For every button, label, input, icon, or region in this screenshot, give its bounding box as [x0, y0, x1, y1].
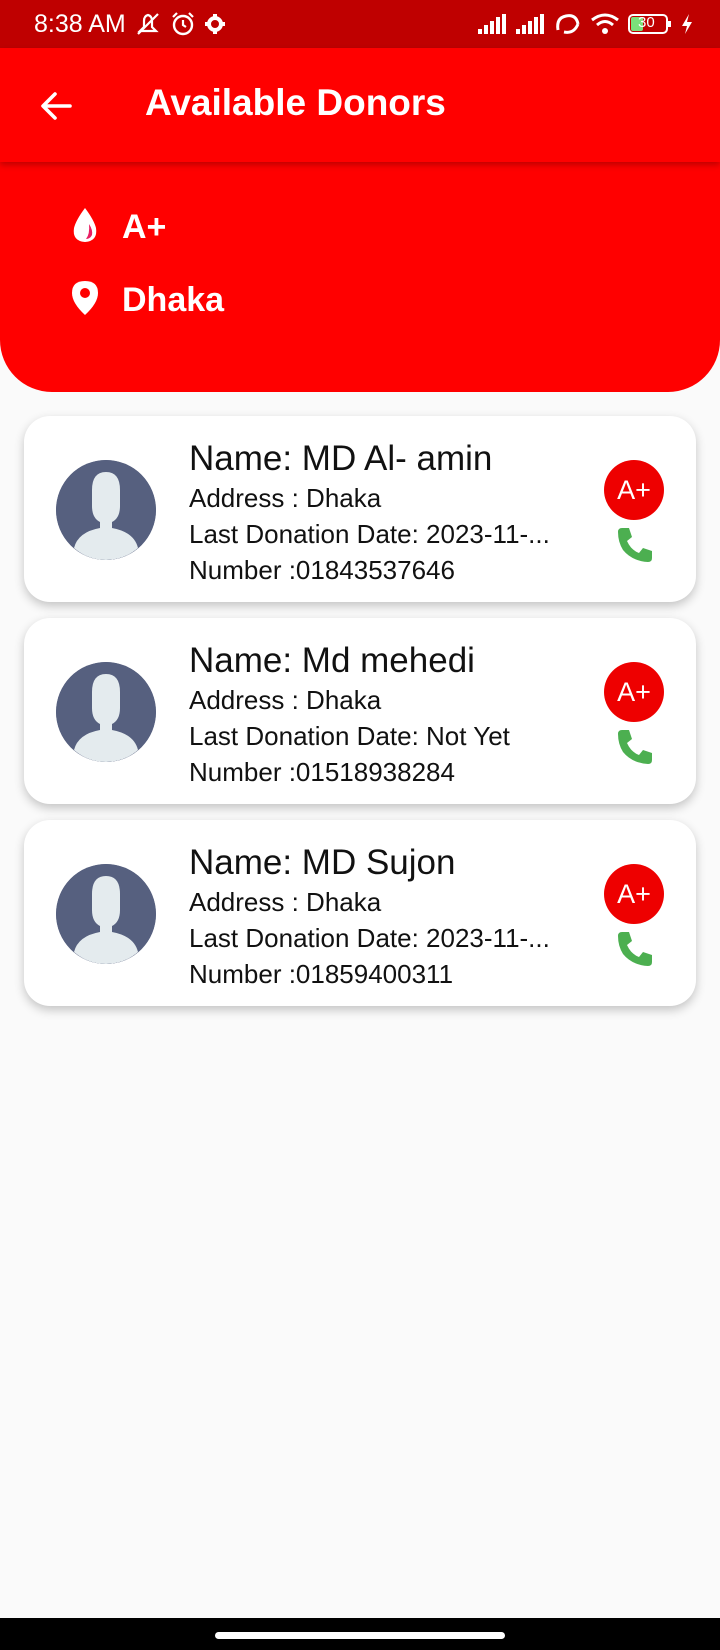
- page-title: Available Donors: [145, 82, 446, 123]
- phone-call-icon[interactable]: [614, 928, 656, 970]
- donor-number: Number :01518938284: [189, 757, 455, 787]
- donor-number: Number :01843537646: [189, 555, 455, 585]
- mute-icon: [134, 11, 162, 37]
- donor-last-donation: Last Donation Date: Not Yet: [189, 721, 510, 751]
- charging-icon: [680, 13, 694, 35]
- status-bar: 8:38 AM 30: [0, 0, 720, 48]
- signal-icon: [478, 14, 508, 34]
- location-pin-icon: [70, 279, 100, 322]
- location-value: Dhaka: [122, 281, 225, 319]
- donor-address: Address : Dhaka: [189, 685, 382, 715]
- avatar: [56, 662, 156, 762]
- alarm-icon: [170, 11, 196, 37]
- donor-address: Address : Dhaka: [189, 483, 382, 513]
- blood-drop-icon: [70, 206, 100, 249]
- donor-last-donation: Last Donation Date: 2023-11-...: [189, 519, 550, 549]
- donor-name: Name: Md mehedi: [189, 641, 475, 680]
- donor-number: Number :01859400311: [189, 959, 454, 989]
- search-filter-panel: A+ Dhaka: [0, 162, 720, 392]
- donor-name: Name: MD Sujon: [189, 843, 456, 882]
- donor-card[interactable]: Name: MD Sujon Address : Dhaka Last Dona…: [24, 820, 696, 1006]
- system-nav-bar: [0, 1618, 720, 1650]
- donor-card[interactable]: Name: MD Al- amin Address : Dhaka Last D…: [24, 416, 696, 602]
- avatar: [56, 864, 156, 964]
- donor-card[interactable]: Name: Md mehedi Address : Dhaka Last Don…: [24, 618, 696, 804]
- signal-icon: [516, 14, 546, 34]
- donor-info: Name: Md mehedi Address : Dhaka Last Don…: [189, 640, 599, 790]
- sync-icon: [554, 12, 582, 36]
- app-bar: Available Donors: [0, 48, 720, 162]
- blood-group-filter: A+: [70, 206, 166, 249]
- avatar: [56, 460, 156, 560]
- donor-address: Address : Dhaka: [189, 887, 382, 917]
- battery-icon: 30: [628, 13, 672, 35]
- blood-group-value: A+: [122, 208, 167, 246]
- battery-level: 30: [638, 14, 655, 31]
- donor-last-donation: Last Donation Date: 2023-11-...: [189, 923, 550, 953]
- status-time: 8:38 AM: [34, 9, 126, 38]
- phone-call-icon[interactable]: [614, 726, 656, 768]
- blood-group-badge: A+: [604, 662, 664, 722]
- arrow-back-icon[interactable]: [36, 86, 76, 126]
- gear-icon: [204, 13, 226, 35]
- wifi-icon: [590, 12, 620, 36]
- donor-info: Name: MD Al- amin Address : Dhaka Last D…: [189, 438, 599, 588]
- donor-name: Name: MD Al- amin: [189, 439, 493, 478]
- location-filter: Dhaka: [70, 279, 224, 322]
- blood-group-badge: A+: [604, 864, 664, 924]
- blood-group-badge: A+: [604, 460, 664, 520]
- donor-info: Name: MD Sujon Address : Dhaka Last Dona…: [189, 842, 599, 992]
- home-gesture-handle[interactable]: [215, 1632, 505, 1639]
- phone-call-icon[interactable]: [614, 524, 656, 566]
